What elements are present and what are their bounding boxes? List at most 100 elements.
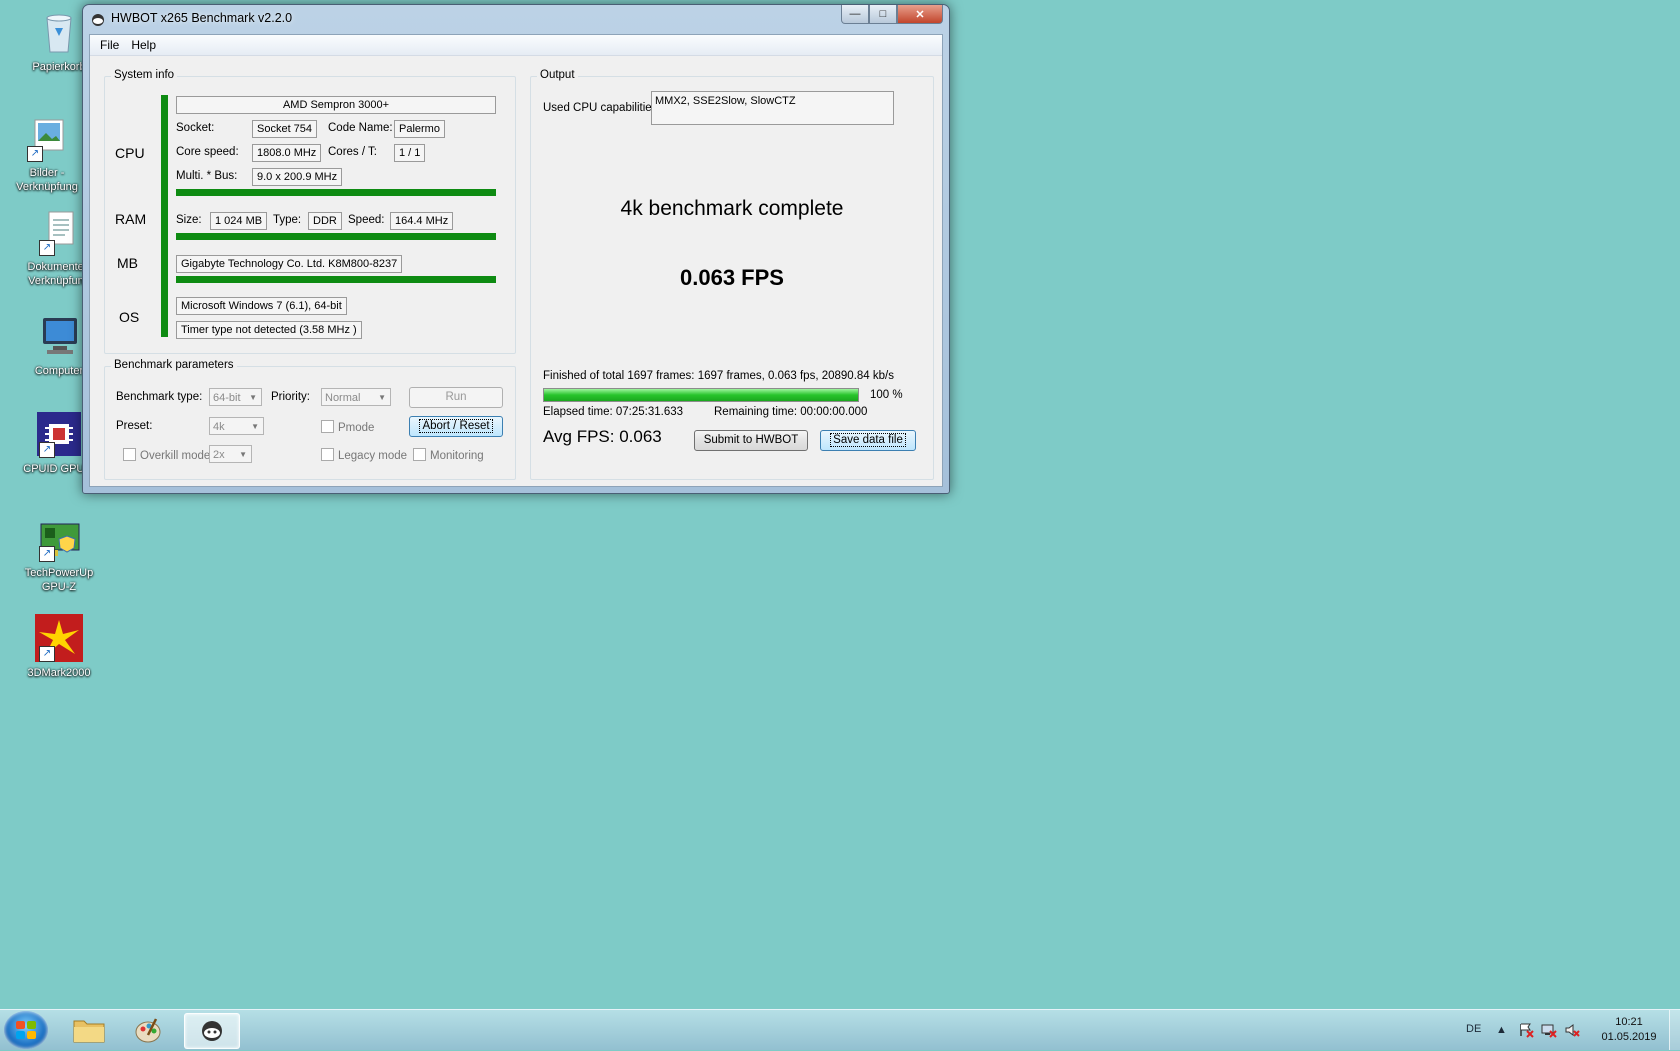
abort-reset-button[interactable]: Abort / Reset (409, 416, 503, 437)
multi-label: Multi. * Bus: (176, 170, 238, 182)
window-client: File Help System info CPU AMD Sempron 30… (89, 34, 943, 487)
desktop-icon-pictures[interactable]: ↗ Bilder - Verknüpfung (2, 114, 92, 194)
overkill-checkbox[interactable]: Overkill mode (123, 448, 210, 462)
speed-label: Speed: (348, 214, 385, 226)
show-desktop-button[interactable] (1669, 1010, 1680, 1050)
output-group: Output Used CPU capabilities: MMX2, SSE2… (530, 69, 934, 480)
cores-label: Cores / T: (328, 146, 377, 158)
ram-divider (176, 233, 496, 240)
language-indicator[interactable]: DE (1466, 1023, 1481, 1035)
window-title: HWBOT x265 Benchmark v2.2.0 (111, 11, 293, 25)
volume-icon[interactable] (1564, 1022, 1580, 1041)
recycle-bin-icon (35, 8, 83, 56)
checkbox-box (123, 448, 136, 461)
overkill-label: Overkill mode (140, 450, 211, 462)
progress-fill (544, 389, 858, 401)
cpu-label: CPU (115, 145, 145, 161)
corespeed-field: 1808.0 MHz (252, 144, 322, 162)
corespeed-label: Core speed: (176, 146, 239, 158)
fps-result: 0.063 FPS (680, 265, 784, 290)
taskbar-paint[interactable] (122, 1013, 176, 1047)
caption-buttons: — □ ✕ (841, 5, 943, 25)
chevron-down-icon: ▼ (378, 393, 386, 402)
clock[interactable]: 10:21 01.05.2019 (1594, 1015, 1664, 1045)
timer-field: Timer type not detected (3.58 MHz ) (176, 321, 362, 339)
benchmark-type-label: Benchmark type: (116, 391, 203, 403)
avg-fps: Avg FPS: 0.063 (543, 427, 662, 446)
elapsed-time: Elapsed time: 07:25:31.633 (543, 406, 684, 418)
gpuz-icon: ↗ (35, 514, 83, 562)
pictures-shortcut-icon: ↗ (23, 114, 71, 162)
checkbox-box (321, 448, 334, 461)
app-window: HWBOT x265 Benchmark v2.2.0 — □ ✕ File H… (82, 4, 950, 494)
save-data-file-button[interactable]: Save data file (820, 430, 916, 451)
abort-reset-label: Abort / Reset (419, 419, 493, 433)
menu-bar: File Help (90, 35, 942, 56)
progress-bar (543, 388, 859, 402)
desktop-icon-3dmark[interactable]: ↗ 3DMark2000 (14, 614, 104, 680)
clock-time: 10:21 (1615, 1016, 1643, 1028)
type-label: Type: (273, 214, 302, 226)
monitoring-label: Monitoring (430, 450, 484, 462)
cores-field: 1 / 1 (394, 144, 426, 162)
status-text: 4k benchmark complete (620, 197, 844, 220)
pmode-label: Pmode (338, 422, 375, 434)
desktop-icon-gpuz[interactable]: ↗ TechPowerUp GPU-Z (14, 514, 104, 594)
legacy-mode-checkbox[interactable]: Legacy mode (321, 448, 407, 462)
windows-logo-icon (16, 1021, 36, 1039)
menu-help[interactable]: Help (125, 38, 162, 52)
taskbar-hwbot[interactable] (184, 1013, 240, 1049)
hwbot-app-icon (91, 13, 105, 27)
progress-percent: 100 % (870, 389, 903, 401)
cpu-caps-label: Used CPU capabilities: (543, 102, 661, 114)
size-label: Size: (176, 214, 202, 226)
close-icon: ✕ (915, 8, 925, 21)
size-field: 1 024 MB (210, 212, 268, 230)
cpu-divider (176, 189, 496, 196)
desktop-icon-label: TechPowerUp GPU-Z (24, 567, 94, 593)
submit-to-hwbot-button[interactable]: Submit to HWBOT (694, 430, 808, 451)
benchmark-type-select[interactable]: 64-bit ▼ (209, 388, 262, 406)
cpu-caps-field: MMX2, SSE2Slow, SlowCTZ (651, 91, 894, 125)
action-center-icon[interactable] (1518, 1022, 1534, 1041)
desktop-icon-label: 3DMark2000 (27, 667, 91, 679)
checkbox-box (413, 448, 426, 461)
ram-label: RAM (115, 211, 147, 227)
save-data-file-label: Save data file (830, 433, 906, 447)
preset-select[interactable]: 4k ▼ (209, 417, 264, 435)
show-hidden-icons[interactable]: ▲ (1496, 1024, 1507, 1036)
network-icon[interactable] (1541, 1022, 1557, 1041)
maximize-button[interactable]: □ (869, 5, 897, 24)
cpuid-icon: ↗ (35, 410, 83, 458)
codename-label: Code Name: (328, 122, 393, 134)
hwbot-icon (202, 1021, 222, 1041)
desktop-icon-label: Bilder - Verknüpfung (16, 167, 78, 193)
priority-select[interactable]: Normal ▼ (321, 388, 391, 406)
start-button[interactable] (4, 1011, 48, 1049)
run-button[interactable]: Run (409, 387, 503, 408)
overkill-value: 2x (213, 449, 225, 461)
menu-file[interactable]: File (94, 38, 125, 52)
documents-shortcut-icon: ↗ (35, 208, 83, 256)
taskbar: DE ▲ 10:21 01.05.2019 (0, 1009, 1680, 1050)
title-bar[interactable]: HWBOT x265 Benchmark v2.2.0 — □ ✕ (83, 5, 949, 33)
overkill-select[interactable]: 2x ▼ (209, 445, 252, 463)
preset-value: 4k (213, 421, 225, 433)
socket-label: Socket: (176, 122, 215, 134)
checkbox-box (321, 420, 334, 433)
minimize-button[interactable]: — (841, 5, 869, 24)
paint-icon (135, 1018, 161, 1043)
computer-icon (35, 312, 83, 360)
priority-label: Priority: (271, 391, 310, 403)
mb-field: Gigabyte Technology Co. Ltd. K8M800-8237 (176, 255, 403, 273)
pmode-checkbox[interactable]: Pmode (321, 420, 374, 434)
monitoring-checkbox[interactable]: Monitoring (413, 448, 484, 462)
finished-text: Finished of total 1697 frames: 1697 fram… (543, 370, 894, 382)
os-label: OS (119, 309, 140, 325)
speed-field: 164.4 MHz (390, 212, 454, 230)
priority-value: Normal (325, 392, 361, 404)
close-button[interactable]: ✕ (897, 5, 943, 24)
taskbar-explorer[interactable] (62, 1013, 116, 1047)
system-info-group: System info CPU AMD Sempron 3000+ Socket… (104, 69, 516, 354)
system-info-label: System info (111, 69, 178, 81)
